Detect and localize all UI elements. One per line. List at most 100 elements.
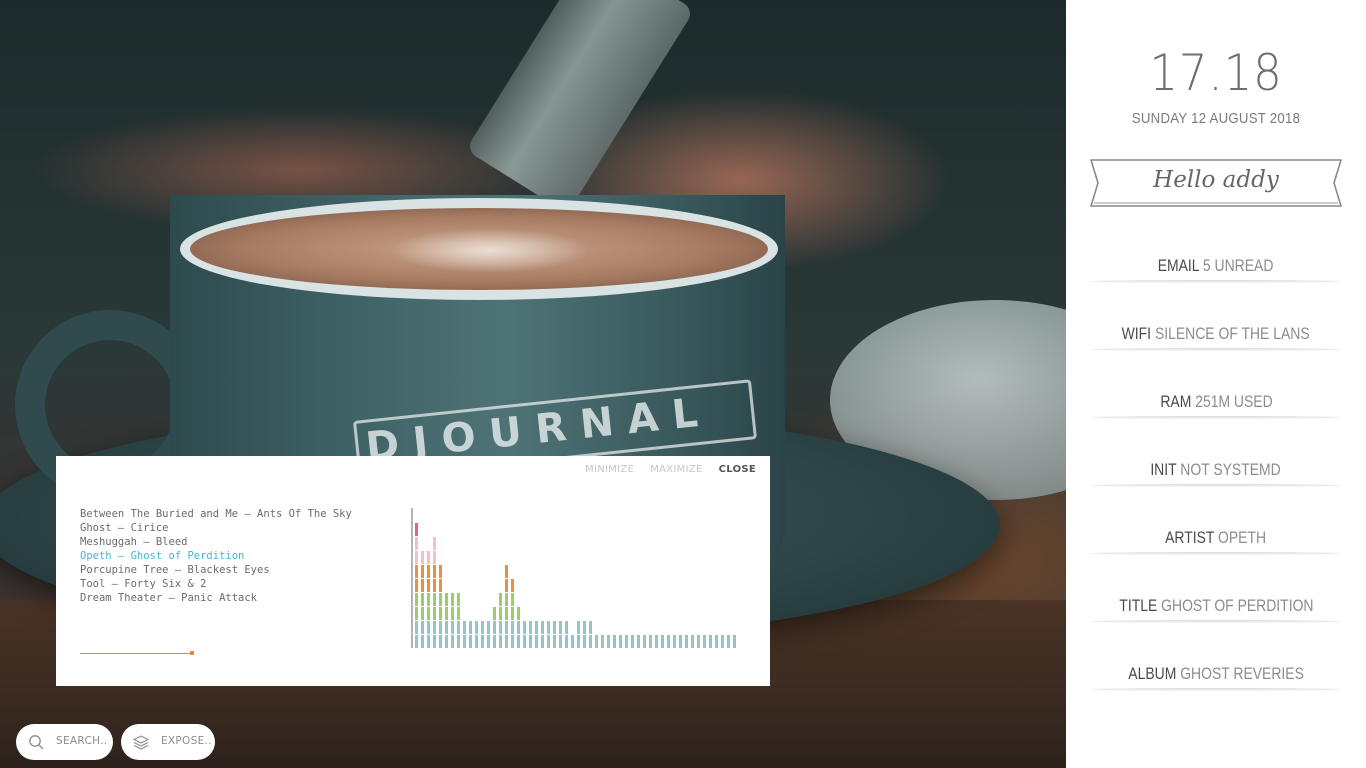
visualizer-bar-segment	[415, 565, 418, 578]
visualizer-bar-segment	[421, 551, 424, 564]
visualizer-bar-segment	[481, 635, 484, 648]
visualizer-bar-segment	[445, 621, 448, 634]
visualizer-bar-segment	[733, 635, 736, 648]
visualizer-bar-segment	[415, 537, 418, 550]
visualizer-bar-segment	[469, 635, 472, 648]
visualizer-bar-segment	[505, 607, 508, 620]
visualizer-bar-segment	[505, 621, 508, 634]
visualizer-bar-segment	[421, 579, 424, 592]
visualizer-bar-segment	[433, 551, 436, 564]
playback-progress-bar[interactable]	[80, 653, 194, 654]
info-album: ALBUM GHOST REVERIES	[1090, 662, 1342, 730]
visualizer-bar-segment	[511, 593, 514, 606]
visualizer-bar-segment	[649, 635, 652, 648]
playlist-item[interactable]: Meshuggah – Bleed	[80, 535, 380, 549]
visualizer-bar-segment	[469, 621, 472, 634]
visualizer-bar-segment	[565, 635, 568, 648]
wallpaper-latte-art	[390, 228, 590, 273]
visualizer-bar-segment	[445, 593, 448, 606]
visualizer-bar-segment	[463, 635, 466, 648]
search-launcher-button[interactable]: SEARCH..	[16, 724, 113, 760]
divider	[1090, 552, 1342, 555]
visualizer-bar-segment	[415, 607, 418, 620]
visualizer-bar-segment	[457, 607, 460, 620]
visualizer-bar-segment	[613, 635, 616, 648]
visualizer-bar-segment	[559, 621, 562, 634]
close-button[interactable]: CLOSE	[719, 464, 756, 475]
visualizer-bar-segment	[487, 621, 490, 634]
visualizer-bar-segment	[499, 593, 502, 606]
playlist-item-active[interactable]: Opeth – Ghost of Perdition	[80, 549, 380, 563]
visualizer-bar-segment	[421, 593, 424, 606]
maximize-button[interactable]: MAXIMIZE	[650, 464, 702, 475]
visualizer-bar-segment	[439, 621, 442, 634]
visualizer-bar-segment	[499, 621, 502, 634]
info-line: TITLE GHOST OF PERDITION	[1119, 596, 1313, 616]
playlist-item[interactable]: Ghost – Cirice	[80, 521, 380, 535]
visualizer-bar-segment	[493, 607, 496, 620]
visualizer-bar-segment	[547, 621, 550, 634]
visualizer-bar-segment	[427, 565, 430, 578]
info-line: RAM 251M USED	[1160, 392, 1272, 412]
visualizer-bar-segment	[421, 621, 424, 634]
system-info-list: EMAIL 5 UNREAD WIFI SILENCE OF THE LANS …	[1090, 254, 1342, 730]
playlist-item[interactable]: Dream Theater – Panic Attack	[80, 591, 380, 605]
visualizer-bar-segment	[433, 537, 436, 550]
visualizer-bar-segment	[547, 635, 550, 648]
visualizer-bar-segment	[451, 635, 454, 648]
visualizer-bar-segment	[505, 579, 508, 592]
visualizer-bar-segment	[643, 635, 646, 648]
greeting-banner: Hello addy	[1090, 159, 1342, 207]
visualizer-bar-segment	[457, 593, 460, 606]
visualizer-bar-segment	[511, 579, 514, 592]
visualizer-bar-segment	[451, 621, 454, 634]
divider	[1090, 348, 1342, 351]
visualizer-bar-segment	[505, 565, 508, 578]
visualizer-bar-segment	[565, 621, 568, 634]
visualizer-bar-segment	[661, 635, 664, 648]
visualizer-bar-segment	[715, 635, 718, 648]
visualizer-bar-segment	[535, 621, 538, 634]
visualizer-bar-segment	[541, 635, 544, 648]
visualizer-bar-segment	[655, 635, 658, 648]
visualizer-bar-segment	[541, 621, 544, 634]
visualizer-bar-segment	[601, 635, 604, 648]
playlist-item[interactable]: Tool – Forty Six & 2	[80, 577, 380, 591]
visualizer-bar-segment	[427, 551, 430, 564]
visualizer-bar-segment	[559, 635, 562, 648]
visualizer-bar-segment	[433, 565, 436, 578]
visualizer-bar-segment	[427, 593, 430, 606]
visualizer-bar-segment	[445, 607, 448, 620]
visualizer-bar-segment	[511, 607, 514, 620]
visualizer-bar-segment	[493, 635, 496, 648]
clock-time: 17.18	[1149, 44, 1283, 102]
visualizer-bar-segment	[553, 621, 556, 634]
info-line: ALBUM GHOST REVERIES	[1128, 664, 1304, 684]
visualizer-bar-segment	[433, 635, 436, 648]
visualizer-bar-segment	[517, 607, 520, 620]
info-value: SILENCE OF THE LANS	[1155, 324, 1310, 343]
minimize-button[interactable]: MINIMIZE	[585, 464, 634, 475]
visualizer-bar-segment	[451, 593, 454, 606]
playback-progress-knob[interactable]	[190, 651, 194, 655]
info-value: GHOST OF PERDITION	[1160, 596, 1314, 615]
playlist-item[interactable]: Between The Buried and Me – Ants Of The …	[80, 507, 380, 521]
music-player-window: MINIMIZE MAXIMIZE CLOSE Between The Buri…	[56, 456, 770, 686]
visualizer-bar-segment	[439, 635, 442, 648]
visualizer-bar-segment	[475, 621, 478, 634]
visualizer-bar-segment	[583, 635, 586, 648]
playlist-item[interactable]: Porcupine Tree – Blackest Eyes	[80, 563, 380, 577]
visualizer-bar-segment	[595, 635, 598, 648]
visualizer-bar-segment	[529, 635, 532, 648]
audio-visualizer	[411, 508, 736, 648]
info-init: INIT NOT SYSTEMD	[1090, 458, 1342, 526]
divider	[1090, 620, 1342, 623]
wallpaper-phone	[465, 0, 695, 214]
info-line: EMAIL 5 UNREAD	[1158, 256, 1274, 276]
visualizer-bar-segment	[433, 621, 436, 634]
expose-button[interactable]: EXPOSE..	[121, 724, 215, 760]
visualizer-bar-segment	[703, 635, 706, 648]
info-key: ALBUM	[1128, 664, 1177, 683]
visualizer-bar-segment	[679, 635, 682, 648]
visualizer-bar-segment	[481, 621, 484, 634]
